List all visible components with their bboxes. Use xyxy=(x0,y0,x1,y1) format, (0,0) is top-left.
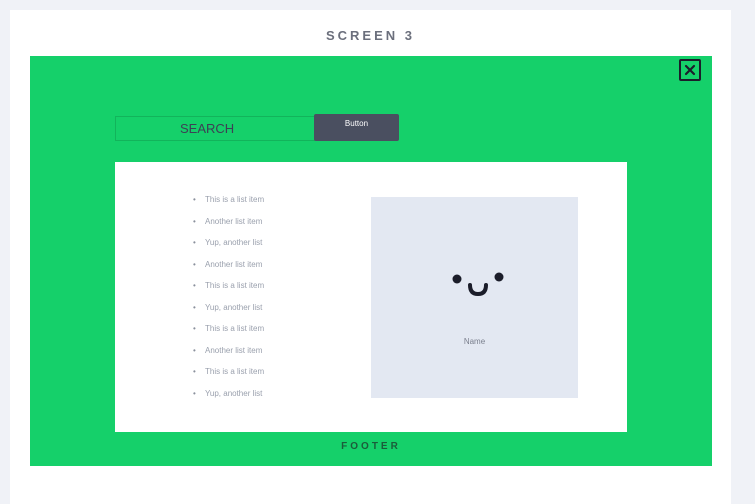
list-item: Another list item xyxy=(193,260,264,282)
modal-footer: FOOTER xyxy=(341,441,401,452)
list-item: Yup, another list xyxy=(193,303,264,325)
screen-card: SCREEN 3 Button This is a list item Anot… xyxy=(10,10,731,504)
modal: Button This is a list item Another list … xyxy=(30,56,712,466)
list-item: Yup, another list xyxy=(193,389,264,411)
list-item: This is a list item xyxy=(193,324,264,346)
profile-card: Name xyxy=(371,197,578,398)
close-button[interactable] xyxy=(679,59,701,81)
list-item: Another list item xyxy=(193,346,264,368)
action-button[interactable]: Button xyxy=(314,114,399,141)
list-item: Another list item xyxy=(193,217,264,239)
list-item: This is a list item xyxy=(193,195,264,217)
close-icon xyxy=(684,64,696,76)
list-item: Yup, another list xyxy=(193,238,264,260)
item-list: This is a list item Another list item Yu… xyxy=(193,195,264,410)
list-item: This is a list item xyxy=(193,281,264,303)
profile-name: Name xyxy=(463,337,486,346)
smiley-face-icon xyxy=(452,272,504,297)
content-panel: This is a list item Another list item Yu… xyxy=(115,162,627,432)
list-item: This is a list item xyxy=(193,367,264,389)
screen-title: SCREEN 3 xyxy=(325,28,416,43)
search-input[interactable] xyxy=(115,116,315,141)
